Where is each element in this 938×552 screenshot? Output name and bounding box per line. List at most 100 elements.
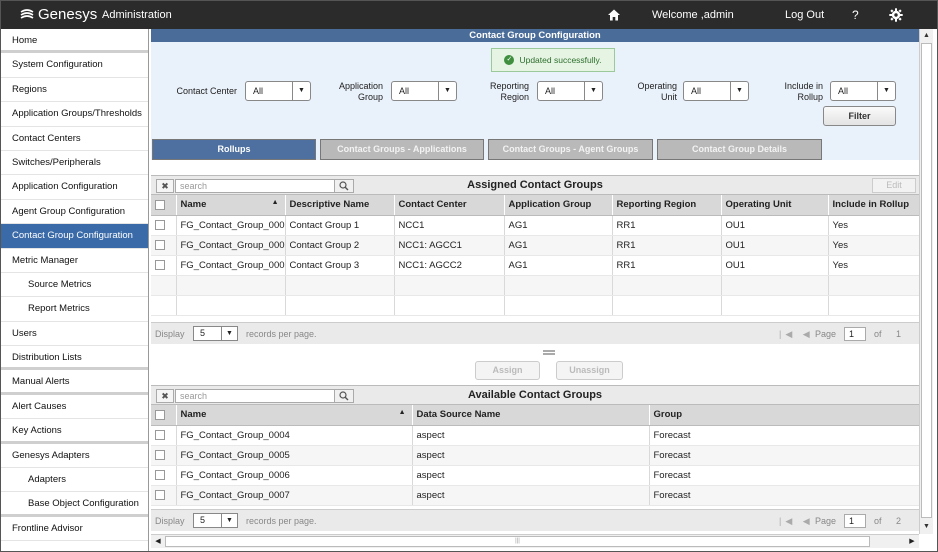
row-checkbox[interactable]	[151, 215, 177, 236]
sidebar-item-adapters[interactable]: Adapters	[1, 468, 148, 493]
tab-contact-groups-applications[interactable]: Contact Groups - Applications	[320, 139, 484, 160]
select-all-checkbox[interactable]	[151, 195, 177, 216]
page-number-input[interactable]: 1	[844, 327, 866, 341]
help-icon[interactable]: ?	[852, 8, 859, 22]
column-header-include-in-rollup[interactable]: Include in Rollup	[828, 195, 919, 216]
tab-contact-group-details[interactable]: Contact Group Details	[657, 139, 822, 160]
records-per-page-select[interactable]: 5 ▼	[193, 513, 238, 528]
cell-name: FG_Contact_Group_0004	[176, 425, 413, 446]
home-icon[interactable]	[607, 8, 621, 22]
pager-display-label: Display	[155, 329, 185, 339]
sidebar-item-contact-group-configuration[interactable]: Contact Group Configuration	[1, 224, 148, 249]
table-row[interactable]: FG_Contact_Group_0002 Contact Group 2 NC…	[151, 235, 919, 256]
sidebar-item-switches[interactable]: Switches/Peripherals	[1, 151, 148, 176]
table-row[interactable]: FG_Contact_Group_0007 aspect Forecast	[151, 485, 919, 506]
horizontal-scrollbar[interactable]: ◀ ||| ▶	[151, 534, 919, 548]
scroll-down-arrow-icon[interactable]: ▼	[920, 520, 933, 534]
reporting-region-select[interactable]: All ▼	[537, 81, 603, 101]
success-message: ✓ Updated successfully.	[491, 48, 615, 72]
sidebar-item-report-metrics[interactable]: Report Metrics	[1, 297, 148, 322]
contact-center-select[interactable]: All ▼	[245, 81, 311, 101]
scroll-up-arrow-icon[interactable]: ▲	[920, 29, 933, 43]
sidebar-item-application-configuration[interactable]: Application Configuration	[1, 175, 148, 200]
table-row[interactable]: FG_Contact_Group_0004 aspect Forecast	[151, 425, 919, 446]
column-header-name[interactable]: Name ▲	[176, 405, 413, 426]
sidebar-item-system-configuration[interactable]: System Configuration	[1, 53, 148, 78]
horizontal-scroll-thumb[interactable]: |||	[165, 536, 870, 547]
total-pages: 1	[896, 329, 902, 339]
sidebar-item-key-actions[interactable]: Key Actions	[1, 419, 148, 444]
row-checkbox[interactable]	[151, 425, 177, 446]
records-per-page-value: 5	[200, 515, 206, 525]
top-bar: Genesys Administration Welcome ,admin Lo…	[1, 1, 937, 29]
sidebar-item-application-groups[interactable]: Application Groups/Thresholds	[1, 102, 148, 127]
reporting-region-label-line2: Region	[500, 92, 529, 102]
assign-button[interactable]: Assign	[475, 361, 540, 380]
sidebar-item-regions[interactable]: Regions	[1, 78, 148, 103]
cell-data-source-name: aspect	[412, 485, 650, 506]
operating-unit-label-line2: Unit	[660, 92, 677, 102]
row-checkbox[interactable]	[151, 255, 177, 276]
table-row[interactable]: FG_Contact_Group_0005 aspect Forecast	[151, 445, 919, 466]
include-rollup-select[interactable]: All ▼	[830, 81, 896, 101]
column-header-descriptive-name[interactable]: Descriptive Name	[285, 195, 395, 216]
column-header-contact-center[interactable]: Contact Center	[394, 195, 505, 216]
vertical-scrollbar[interactable]: ▲ ▼	[919, 29, 933, 534]
tab-rollups[interactable]: Rollups	[152, 139, 316, 160]
column-header-name[interactable]: Name ▲	[176, 195, 286, 216]
sidebar-item-users[interactable]: Users	[1, 322, 148, 347]
gear-icon[interactable]	[889, 8, 903, 22]
sidebar-item-base-object-configuration[interactable]: Base Object Configuration	[1, 492, 148, 517]
cell-descriptive-name: Contact Group 1	[285, 215, 395, 236]
logout-link[interactable]: Log Out	[785, 9, 824, 21]
sidebar-item-contact-centers[interactable]: Contact Centers	[1, 127, 148, 151]
cell-name: FG_Contact_Group_0001	[176, 215, 286, 236]
cell-data-source-name: aspect	[412, 465, 650, 486]
brand-logo[interactable]: Genesys	[19, 6, 97, 23]
sidebar-item-genesys-adapters[interactable]: Genesys Adapters	[1, 444, 148, 469]
column-header-data-source-name[interactable]: Data Source Name	[412, 405, 650, 426]
first-prev-page-icons[interactable]: |◀ ◀	[779, 516, 814, 527]
filter-button[interactable]: Filter	[823, 106, 896, 126]
of-label: of	[874, 516, 882, 526]
page-number-input[interactable]: 1	[844, 514, 866, 528]
sidebar-item-agent-group-configuration[interactable]: Agent Group Configuration	[1, 200, 148, 225]
sidebar-item-distribution-lists[interactable]: Distribution Lists	[1, 346, 148, 371]
column-header-reporting-region[interactable]: Reporting Region	[612, 195, 722, 216]
row-checkbox[interactable]	[151, 445, 177, 466]
operating-unit-select[interactable]: All ▼	[683, 81, 749, 101]
records-per-page-select[interactable]: 5 ▼	[193, 326, 238, 341]
chevron-down-icon: ▼	[221, 514, 237, 527]
column-header-application-group[interactable]: Application Group	[504, 195, 613, 216]
scroll-left-arrow-icon[interactable]: ◀	[151, 535, 165, 548]
unassign-button[interactable]: Unassign	[556, 361, 623, 380]
edit-button[interactable]: Edit	[872, 178, 916, 193]
sidebar-item-frontline-advisor[interactable]: Frontline Advisor	[1, 517, 148, 542]
sidebar-item-alert-causes[interactable]: Alert Causes	[1, 395, 148, 420]
cell-operating-unit: OU1	[721, 215, 829, 236]
chevron-down-icon: ▼	[730, 82, 748, 100]
column-header-group[interactable]: Group	[649, 405, 919, 426]
table-row[interactable]: FG_Contact_Group_0001 Contact Group 1 NC…	[151, 215, 919, 236]
sidebar-item-home[interactable]: Home	[1, 29, 148, 54]
sidebar-item-metric-manager[interactable]: Metric Manager	[1, 249, 148, 273]
table-row[interactable]: FG_Contact_Group_0003 Contact Group 3 NC…	[151, 255, 919, 276]
row-checkbox[interactable]	[151, 235, 177, 256]
row-checkbox[interactable]	[151, 485, 177, 506]
splitter-handle[interactable]	[543, 350, 555, 355]
cell-application-group: AG1	[504, 215, 613, 236]
cell-contact-center: NCC1	[394, 215, 505, 236]
sidebar-item-manual-alerts[interactable]: Manual Alerts	[1, 370, 148, 395]
scroll-right-arrow-icon[interactable]: ▶	[905, 535, 919, 548]
tab-contact-groups-agent-groups[interactable]: Contact Groups - Agent Groups	[488, 139, 653, 160]
application-group-select[interactable]: All ▼	[391, 81, 457, 101]
column-header-operating-unit[interactable]: Operating Unit	[721, 195, 829, 216]
first-prev-page-icons[interactable]: |◀ ◀	[779, 329, 814, 340]
vertical-scroll-thumb[interactable]	[921, 43, 932, 518]
row-checkbox[interactable]	[151, 465, 177, 486]
available-pager: Display 5 ▼ records per page. |◀ ◀ Page 1…	[151, 509, 919, 531]
include-rollup-label-line1: Include in	[784, 81, 823, 91]
table-row[interactable]: FG_Contact_Group_0006 aspect Forecast	[151, 465, 919, 486]
select-all-checkbox[interactable]	[151, 405, 177, 426]
sidebar-item-source-metrics[interactable]: Source Metrics	[1, 273, 148, 298]
